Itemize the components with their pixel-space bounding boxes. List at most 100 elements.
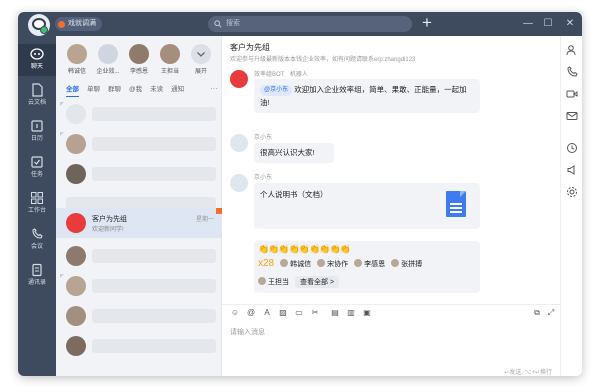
tab-unread[interactable]: 未读 xyxy=(150,83,163,97)
nav-tasks[interactable]: 任务 xyxy=(18,152,56,184)
status-pill[interactable]: 戏就调满 xyxy=(55,17,102,31)
add-member-icon[interactable] xyxy=(566,44,578,56)
minimize-button[interactable]: — xyxy=(518,12,538,36)
pinned-contact[interactable]: 李感恩 xyxy=(124,44,154,75)
pin-marker xyxy=(60,102,64,106)
placeholder-bar xyxy=(92,279,216,293)
tab-notifications[interactable]: 通知 xyxy=(171,83,184,97)
list-item[interactable] xyxy=(56,160,222,188)
message-bubble[interactable]: 很高兴认识大家! xyxy=(254,143,334,163)
scissors-icon[interactable]: ✂ xyxy=(310,308,320,318)
document-card[interactable]: 个人说明书（文档） xyxy=(254,183,480,229)
nav-workbench[interactable]: 工作台 xyxy=(18,188,56,220)
file-icon[interactable]: ▤ xyxy=(330,308,340,318)
list-item[interactable] xyxy=(56,272,222,300)
reactor-name: 韩诚信 xyxy=(290,260,312,268)
nav-contacts-label: 通讯录 xyxy=(27,280,46,286)
pinned-contact[interactable]: 王担当 xyxy=(155,44,185,75)
add-button[interactable]: + xyxy=(422,13,432,33)
list-item-selected[interactable]: 客户为先组 欢迎新同学! 星期一 xyxy=(56,208,222,238)
reactions-card: 👏👏👏👏👏👏👏👏👏 x28 韩诚信 宋协作 李感恩 张拼搏 王担当 查看全部 > xyxy=(254,241,480,293)
chat-title[interactable]: 客户为先组 xyxy=(230,42,270,53)
expand-icon[interactable]: ⤢ xyxy=(546,308,556,318)
maximize-button[interactable]: ☐ xyxy=(538,12,558,36)
search-icon xyxy=(214,20,222,28)
mention-icon[interactable]: @ xyxy=(246,308,256,318)
list-item[interactable] xyxy=(56,242,222,270)
reactors-row: 王担当 查看全部 > xyxy=(258,276,340,288)
conversation-list-panel: 韩诚信 企业效... 李感恩 王担当 展开 全部 单聊 群聊 @我 未读 通知 … xyxy=(56,36,222,376)
nav-chat[interactable]: 聊天 xyxy=(18,44,56,76)
avatar xyxy=(66,336,86,356)
tab-group[interactable]: 群聊 xyxy=(108,83,121,97)
mail-icon[interactable] xyxy=(566,110,578,122)
search-box[interactable]: 搜索 xyxy=(208,16,412,32)
pinned-contact[interactable]: 企业效... xyxy=(93,44,123,75)
image-icon[interactable]: ▨ xyxy=(278,308,288,318)
nav-contacts[interactable]: 通讯录 xyxy=(18,260,56,292)
expand-button[interactable]: 展开 xyxy=(186,44,216,75)
video-icon[interactable] xyxy=(566,88,578,100)
chat-panel: 客户为先组 欢迎参与升级最新版本本钱企业效率，如有问题请联系erp:zhangd… xyxy=(222,36,560,376)
tab-mentions[interactable]: @我 xyxy=(129,83,142,97)
pinned-contact-name: 王担当 xyxy=(160,69,179,75)
placeholder-bar xyxy=(92,167,216,181)
avatar xyxy=(66,246,86,266)
list-item[interactable] xyxy=(56,100,222,128)
placeholder-bar xyxy=(92,107,216,121)
settings-icon[interactable] xyxy=(566,186,578,198)
reaction-emojis[interactable]: 👏👏👏👏👏👏👏👏👏 xyxy=(258,244,351,255)
font-icon[interactable]: A xyxy=(262,308,272,318)
reactor-name: 张拼搏 xyxy=(401,260,423,268)
avatar xyxy=(66,164,86,184)
list-item[interactable] xyxy=(56,332,222,360)
clock-icon[interactable] xyxy=(566,142,578,154)
avatar[interactable] xyxy=(230,134,248,152)
nav-chat-label: 聊天 xyxy=(30,64,43,70)
conversation-filter-tabs: 全部 单聊 群聊 @我 未读 通知 xyxy=(66,83,184,97)
pinned-contact[interactable]: 韩诚信 xyxy=(62,44,92,75)
meeting-icon xyxy=(32,228,43,239)
nav-calendar[interactable]: 日历 xyxy=(18,116,56,148)
note-icon[interactable]: ▥ xyxy=(346,308,356,318)
nav-docs[interactable]: 云文档 xyxy=(18,80,56,112)
avatar[interactable] xyxy=(230,174,248,192)
avatar xyxy=(66,306,86,326)
view-all-button[interactable]: 查看全部 > xyxy=(295,276,340,288)
chevron-down-icon xyxy=(191,44,211,64)
tab-all[interactable]: 全部 xyxy=(66,83,79,97)
avatar xyxy=(66,213,86,233)
contacts-icon xyxy=(32,263,42,277)
nav-docs-label: 云文档 xyxy=(27,100,46,106)
list-item[interactable] xyxy=(56,130,222,158)
phone-icon[interactable] xyxy=(566,66,578,78)
reactors-row: x28 韩诚信 宋协作 李感恩 张拼搏 xyxy=(258,258,422,269)
message-input[interactable]: 请输入消息 xyxy=(230,327,265,337)
avatar xyxy=(160,44,180,64)
conversation-preview: 欢迎新同学! xyxy=(92,227,124,233)
pinned-contact-name: 韩诚信 xyxy=(67,69,86,75)
pinned-contacts: 韩诚信 企业效... 李感恩 王担当 展开 xyxy=(56,36,222,82)
avatar xyxy=(67,44,87,64)
reactor-name: 王担当 xyxy=(268,279,289,286)
avatar[interactable] xyxy=(230,70,248,88)
avatar xyxy=(66,134,86,154)
tab-single[interactable]: 单聊 xyxy=(87,83,100,97)
list-item[interactable] xyxy=(56,302,222,330)
nav-meeting[interactable]: 会议 xyxy=(18,224,56,256)
announcement-icon[interactable] xyxy=(566,164,578,176)
reactor-name: 李感恩 xyxy=(364,260,386,268)
message-sender: 京小东 xyxy=(254,175,273,181)
more-tabs-button[interactable]: ··· xyxy=(210,83,218,95)
nav-meeting-label: 会议 xyxy=(30,244,43,250)
folder-icon[interactable]: ▭ xyxy=(294,308,304,318)
window-icon[interactable]: ⧉ xyxy=(532,308,542,318)
emoji-icon[interactable]: ☺ xyxy=(230,308,240,318)
close-button[interactable]: ✕ xyxy=(560,12,580,36)
chat-icon xyxy=(30,48,44,60)
message-bubble[interactable]: @京小东 欢迎加入企业效率组，简单、果敢、正能量，一起加油! xyxy=(254,79,480,113)
mention-tag[interactable]: @京小东 xyxy=(260,85,293,96)
nav-tasks-label: 任务 xyxy=(30,172,43,178)
card-icon[interactable]: ▣ xyxy=(362,308,372,318)
online-badge xyxy=(40,26,48,34)
